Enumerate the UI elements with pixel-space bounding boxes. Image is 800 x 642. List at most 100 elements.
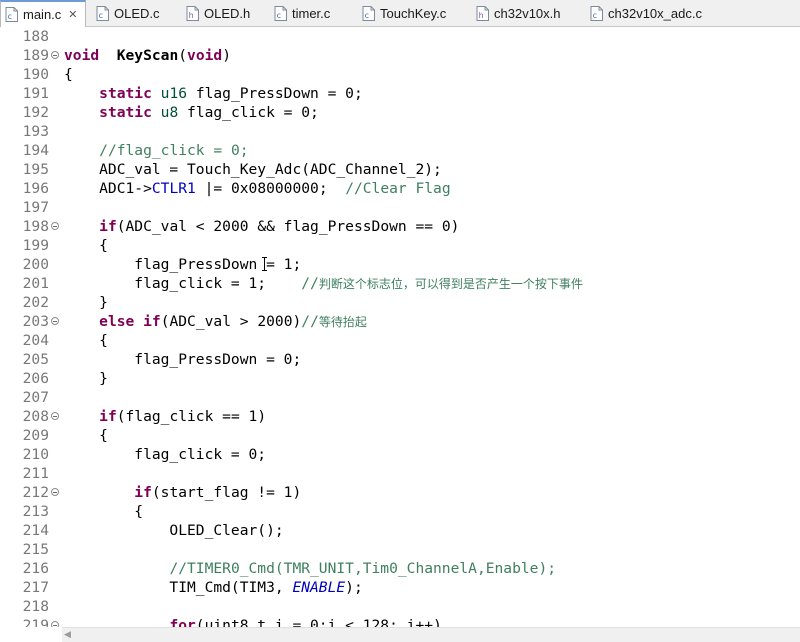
code-line[interactable]: 198 if(ADC_val < 2000 && flag_PressDown … — [0, 217, 800, 236]
code-token: flag_PressDown = 0; — [187, 85, 363, 102]
line-number: 190 — [22, 66, 49, 83]
code-line[interactable]: 200 flag_PressDown = 1; — [0, 255, 800, 274]
code-line[interactable]: 190 { — [0, 65, 800, 84]
code-token: ADC1-> — [64, 180, 152, 197]
line-number: 218 — [22, 598, 49, 615]
code-token: |= 0x08000000; — [195, 180, 346, 197]
fold-collapse-icon[interactable] — [51, 621, 59, 627]
code-text: void KeyScan(void) — [64, 46, 231, 65]
line-number: 193 — [22, 123, 49, 140]
tab-oled-c[interactable]: c OLED.c — [92, 0, 160, 26]
code-token: static — [99, 85, 152, 102]
code-line[interactable]: 191 static u16 flag_PressDown = 0; — [0, 84, 800, 103]
code-line[interactable]: 189 void KeyScan(void) — [0, 46, 800, 65]
tab-touchkey-c[interactable]: c TouchKey.c — [358, 0, 446, 26]
fold-collapse-icon[interactable] — [51, 317, 59, 325]
code-line[interactable]: 207 — [0, 388, 800, 407]
code-token: for — [169, 617, 196, 627]
code-line[interactable]: 201 flag_click = 1; //判断这个标志位，可以得到是否产生一个… — [0, 274, 800, 293]
code-line[interactable]: 213 { — [0, 502, 800, 521]
line-number: 204 — [22, 332, 49, 349]
code-token: { — [64, 332, 108, 349]
code-line[interactable]: 199 { — [0, 236, 800, 255]
line-number: 196 — [22, 180, 49, 197]
line-number: 203 — [22, 313, 49, 330]
code-token: u16 — [160, 85, 188, 102]
code-line[interactable]: 215 — [0, 540, 800, 559]
code-token: //Clear Flag — [345, 180, 451, 197]
code-line[interactable]: 196 ADC1->CTLR1 |= 0x08000000; //Clear F… — [0, 179, 800, 198]
tab-ch32v10x-adc-c[interactable]: c ch32v10x_adc.c — [586, 0, 702, 26]
code-line[interactable]: 211 — [0, 464, 800, 483]
fold-collapse-icon[interactable] — [51, 488, 59, 496]
tab-label: ch32v10x_adc.c — [608, 5, 702, 21]
code-line[interactable]: 193 — [0, 122, 800, 141]
tab-main-c[interactable]: c main.c ✕ — [0, 0, 86, 27]
fold-collapse-icon[interactable] — [51, 222, 59, 230]
code-line[interactable]: 212 if(start_flag != 1) — [0, 483, 800, 502]
code-line[interactable]: 216 //TIMER0_Cmd(TMR_UNIT,Tim0_ChannelA,… — [0, 559, 800, 578]
line-number: 188 — [22, 28, 49, 45]
tab-ch32v10x-h[interactable]: h ch32v10x.h — [472, 0, 561, 26]
line-number: 213 — [22, 503, 49, 520]
tab-timer-c[interactable]: c timer.c — [270, 0, 330, 26]
svg-text:c: c — [365, 11, 369, 20]
code-line[interactable]: 218 — [0, 597, 800, 616]
code-line[interactable]: 214 OLED_Clear(); — [0, 521, 800, 540]
code-line[interactable]: 194 //flag_click = 0; — [0, 141, 800, 160]
line-number: 197 — [22, 199, 49, 216]
line-number: 191 — [22, 85, 49, 102]
code-token: } — [64, 370, 108, 387]
code-line[interactable]: 217 TIM_Cmd(TIM3, ENABLE); — [0, 578, 800, 597]
code-line[interactable]: 205 flag_PressDown = 0; — [0, 350, 800, 369]
code-token: else — [99, 313, 135, 330]
code-token: //TIMER0_Cmd(TMR_UNIT,Tim0_ChannelA,Enab… — [169, 560, 557, 577]
close-icon[interactable]: ✕ — [68, 8, 77, 21]
code-line[interactable]: 204 { — [0, 331, 800, 350]
code-token: TIM_Cmd(TIM3, — [64, 579, 293, 596]
tab-label: timer.c — [292, 5, 331, 21]
code-token: CTLR1 — [151, 180, 196, 197]
code-line[interactable]: 195 ADC_val = Touch_Key_Adc(ADC_Channel_… — [0, 160, 800, 179]
line-number: 206 — [22, 370, 49, 387]
code-text: static u16 flag_PressDown = 0; — [64, 84, 363, 103]
horizontal-scrollbar[interactable]: ◀ — [62, 627, 800, 642]
code-line[interactable]: 188 — [0, 27, 800, 46]
code-token: (ADC_val < 2000 && flag_PressDown == 0) — [116, 218, 460, 235]
line-number: 201 — [22, 275, 49, 292]
code-token: ( — [178, 47, 188, 64]
code-line[interactable]: 203 else if(ADC_val > 2000)//等待抬起 — [0, 312, 800, 331]
code-token: void — [64, 47, 100, 64]
code-line[interactable]: 206 } — [0, 369, 800, 388]
svg-text:h: h — [189, 11, 194, 20]
tab-label: main.c — [23, 7, 62, 22]
code-line[interactable]: 209 { — [0, 426, 800, 445]
code-editor[interactable]: 188 189 void KeyScan(void) 190{191 static u… — [0, 27, 800, 627]
code-line[interactable]: 202 } — [0, 293, 800, 312]
fold-collapse-icon[interactable] — [51, 51, 59, 59]
line-number: 198 — [22, 218, 49, 235]
c-file-icon: c — [96, 5, 109, 21]
code-line[interactable]: 197 — [0, 198, 800, 217]
tab-oled-h[interactable]: h OLED.h — [182, 0, 250, 26]
fold-collapse-icon[interactable] — [51, 412, 59, 420]
code-line[interactable]: 192 static u8 flag_click = 0; — [0, 103, 800, 122]
text-cursor-icon — [262, 257, 267, 271]
scroll-left-icon[interactable]: ◀ — [64, 630, 71, 640]
code-token: flag_PressDown = 0; — [64, 351, 302, 368]
tab-label: OLED.h — [204, 5, 251, 21]
code-token: { — [64, 237, 108, 254]
line-number: 209 — [22, 427, 49, 444]
code-line[interactable]: 208 if(flag_click == 1) — [0, 407, 800, 426]
svg-text:c: c — [593, 11, 597, 20]
code-line[interactable]: 219 for(uint8_t i = 0;i < 128; i++) — [0, 616, 800, 627]
h-file-icon: h — [476, 5, 489, 21]
code-line[interactable]: 210 flag_click = 0; — [0, 445, 800, 464]
code-text: if(flag_click == 1) — [64, 407, 266, 426]
code-token: KeyScan — [116, 47, 179, 64]
